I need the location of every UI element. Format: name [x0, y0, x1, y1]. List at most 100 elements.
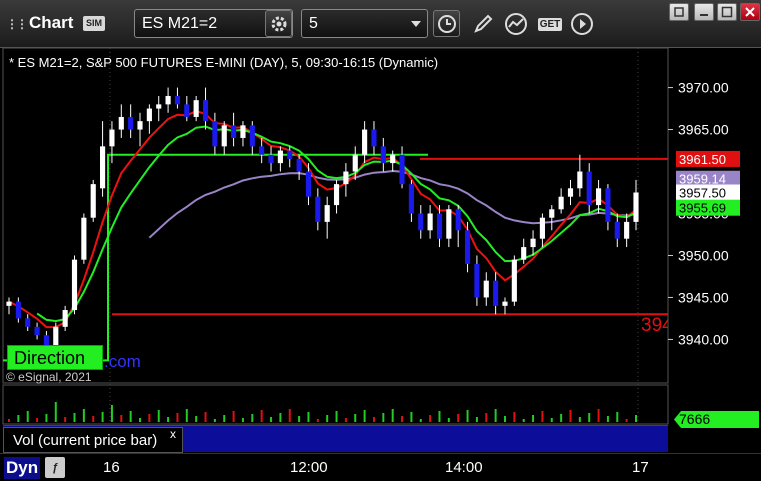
volume-value: 7666 [679, 411, 711, 427]
candle-body [511, 259, 517, 302]
candle-body [446, 209, 452, 239]
volume-close-icon[interactable]: x [170, 427, 176, 441]
candle-body [614, 221, 620, 239]
candle-body [109, 129, 115, 147]
pencil-icon [474, 14, 493, 33]
candle-body [362, 129, 368, 155]
interval-value: 5 [309, 15, 318, 32]
candle-body [287, 150, 293, 159]
toolbar: ⋮⋮ Chart SIM ES M21=2 5 GET [0, 0, 761, 48]
candle-body [567, 188, 574, 197]
minimize-icon [700, 14, 708, 16]
price-axis: 3970.00 3965.00 3950.00 3945.00 3940.00 3955.… [668, 80, 740, 347]
price-tick-label: 3945.00 [678, 289, 729, 305]
volume-label: Vol (current price bar) [3, 427, 183, 453]
chart-header: * ES M21=2, S&P 500 FUTURES E-MINI (DAY)… [9, 55, 439, 70]
candle-body [549, 209, 555, 218]
settings-button[interactable] [265, 10, 292, 37]
candle-body [633, 192, 639, 222]
dyn-label[interactable]: Dyn [4, 457, 41, 479]
candle-body [333, 184, 340, 206]
time-button[interactable] [433, 10, 460, 37]
candle-body [156, 104, 162, 109]
volume-value-box: 7666 [674, 411, 759, 428]
copyright-text: © eSignal, 2021 [6, 370, 92, 384]
price-tick-label: 3965.00 [678, 122, 729, 138]
maximize-icon [721, 6, 733, 18]
candle-body [558, 196, 564, 210]
candle-body [34, 326, 40, 336]
candle-body [305, 171, 312, 197]
price-tick-label: 3950.00 [678, 247, 729, 263]
price-tick-label: 3970.00 [678, 80, 729, 96]
candle-body [521, 247, 527, 260]
sim-badge: SIM [83, 16, 105, 31]
close-icon [745, 7, 755, 17]
candle-body [624, 221, 630, 239]
candle-body [100, 146, 106, 189]
candle [511, 255, 517, 306]
get-label: GET [537, 17, 563, 31]
candle-body [577, 171, 583, 189]
candle-body [90, 184, 96, 218]
candle-body [184, 104, 190, 117]
study-button[interactable] [502, 10, 530, 38]
candle-body [268, 154, 274, 164]
candle-body [530, 238, 536, 248]
candle-body [62, 310, 68, 327]
restore-button[interactable] [669, 3, 689, 21]
candle-body [427, 213, 433, 231]
candle-body [231, 125, 237, 138]
candle-body [380, 146, 386, 164]
candle-body [212, 121, 218, 147]
maximize-button[interactable] [717, 3, 737, 21]
candle-body [436, 213, 443, 239]
candle-body [399, 154, 405, 185]
candle-body [202, 100, 209, 122]
chevron-down-icon [411, 21, 421, 27]
candle-body [137, 121, 143, 130]
minimize-button[interactable] [694, 3, 714, 21]
close-button[interactable] [740, 3, 760, 21]
candle-body [595, 188, 602, 206]
candle-body [502, 301, 508, 306]
candle-body [343, 171, 349, 185]
candle-body [165, 95, 171, 105]
candle-body [586, 171, 592, 206]
candle-body [474, 263, 480, 298]
candle-body [493, 280, 499, 306]
candle-body [25, 318, 31, 327]
candle-body [455, 209, 461, 231]
candle-body [605, 188, 611, 222]
candle-body [483, 280, 489, 298]
candle-body [418, 213, 424, 231]
candle-body [240, 125, 246, 138]
gear-icon [271, 16, 286, 31]
candle-body [324, 205, 330, 222]
candle-body [539, 217, 545, 239]
candle [81, 213, 87, 264]
candle-body [390, 154, 396, 164]
candle-body [277, 150, 283, 164]
formula-button[interactable]: ƒ [45, 457, 65, 478]
get-button[interactable]: GET [535, 10, 565, 38]
study-icon [505, 13, 527, 35]
candle-body [6, 301, 12, 306]
watermark-link: .com [104, 352, 141, 371]
clock-icon [437, 14, 456, 33]
candle-body [221, 125, 227, 147]
candle [71, 255, 78, 315]
price-chart[interactable]: 3970.00 3965.00 3950.00 3945.00 3940.00 3955.… [0, 48, 761, 453]
candle-body [118, 116, 124, 130]
draw-button[interactable] [469, 10, 497, 38]
interval-combo[interactable]: 5 [301, 9, 428, 38]
candle-body [315, 196, 321, 222]
formula-icon: ƒ [51, 461, 59, 474]
symbol-value: ES M21=2 [142, 15, 218, 32]
chart-title: ⋮⋮ Chart [6, 13, 74, 32]
time-label: 12:00 [290, 459, 328, 476]
candle-body [174, 95, 181, 105]
direction-button[interactable]: Direction [7, 345, 103, 370]
price-box-label: 3961.50 [679, 152, 726, 167]
play-button[interactable] [568, 10, 596, 38]
